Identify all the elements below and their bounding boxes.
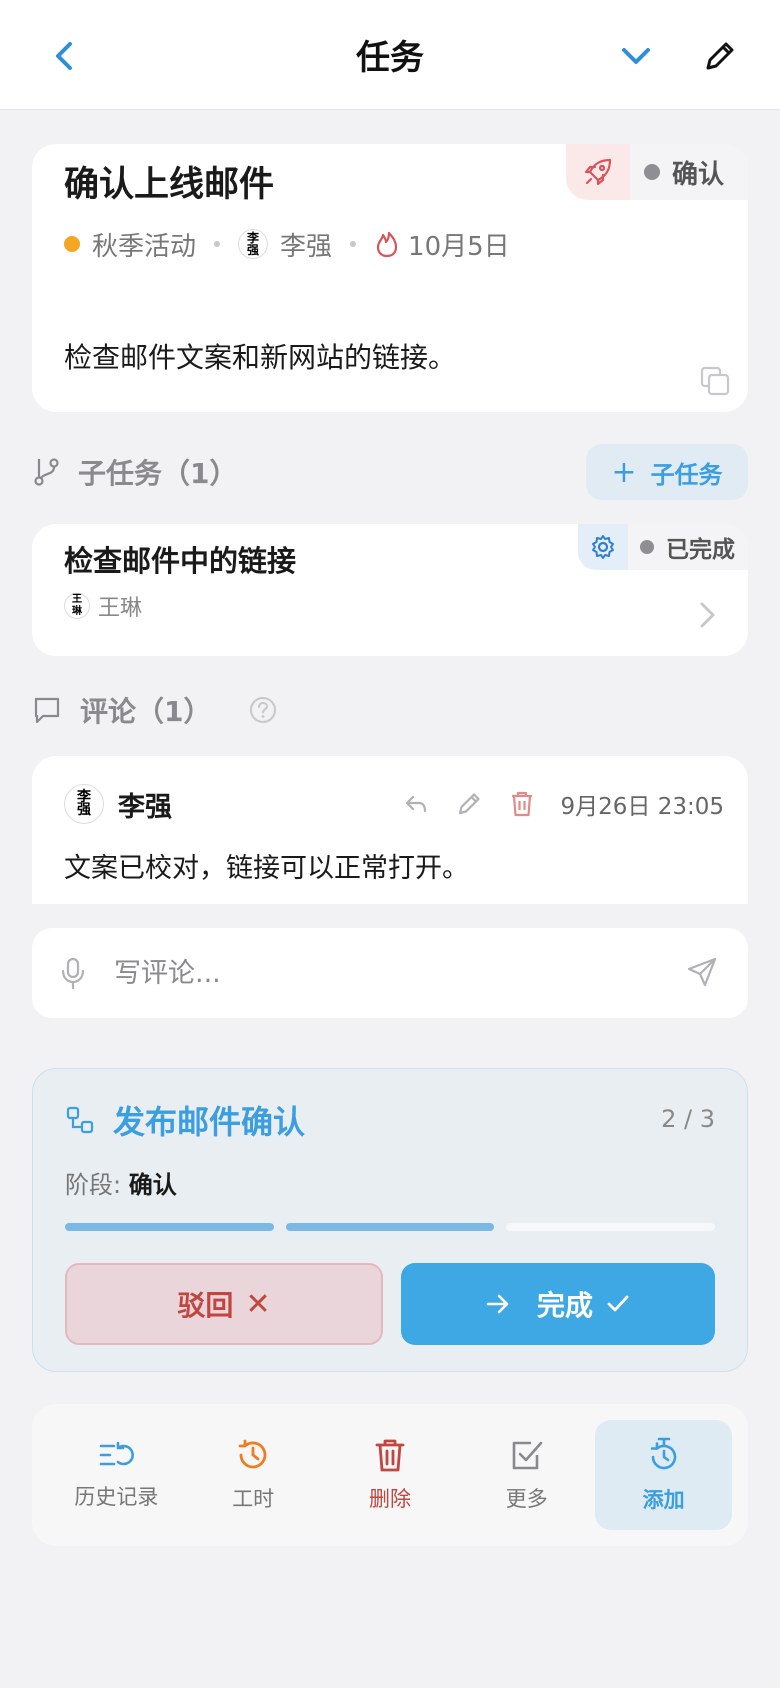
send-icon[interactable] xyxy=(686,956,718,988)
subtask-card[interactable]: 检查邮件中的链接 已完成 王琳 王琳 xyxy=(32,524,748,656)
expand-button[interactable] xyxy=(616,36,656,76)
help-icon[interactable] xyxy=(249,696,277,724)
close-icon: ✕ xyxy=(245,1286,271,1322)
pencil-icon xyxy=(706,42,734,70)
check-icon xyxy=(607,1295,629,1312)
meta-separator xyxy=(350,241,357,247)
more-button[interactable]: 更多 xyxy=(458,1420,595,1530)
reject-label: 驳回 xyxy=(177,1289,234,1322)
trash-icon xyxy=(375,1439,405,1472)
project-dot xyxy=(64,236,80,252)
subtask-title: 检查邮件中的链接 xyxy=(64,544,297,578)
stage-label: 阶段: xyxy=(65,1171,129,1199)
workflow-step-count: 2 / 3 xyxy=(661,1105,715,1133)
avatar: 李强 xyxy=(64,784,104,824)
subtask-assignee-name: 王琳 xyxy=(98,596,143,621)
workflow-icon xyxy=(66,1106,94,1134)
avatar: 李强 xyxy=(238,229,269,259)
progress-segment xyxy=(65,1223,274,1231)
workflow-header: 发布邮件确认 xyxy=(65,1097,305,1143)
add-subtask-label: 子任务 xyxy=(650,460,723,489)
microphone-icon[interactable] xyxy=(60,956,86,990)
task-description: 检查邮件文案和新网站的链接。 xyxy=(64,341,457,374)
history-list-icon xyxy=(100,1441,135,1466)
delete-label: 删除 xyxy=(368,1487,411,1511)
comments-heading-label: 评论（1） xyxy=(80,695,212,728)
timer-icon xyxy=(650,1437,676,1470)
page-title: 任务 xyxy=(356,38,424,78)
stage-value: 确认 xyxy=(128,1171,177,1199)
status-label: 确认 xyxy=(672,159,725,190)
trash-icon[interactable] xyxy=(509,790,535,818)
worktime-label: 工时 xyxy=(232,1487,275,1511)
add-timer-button[interactable]: 添加 xyxy=(595,1420,732,1530)
history-label: 历史记录 xyxy=(74,1485,159,1509)
arrow-right-icon xyxy=(486,1294,509,1314)
comment-actions: 9月26日 23:05 xyxy=(377,787,725,821)
bottom-toolbar: 历史记录 工时 删除 更多 添加 xyxy=(32,1404,748,1546)
progress-segment xyxy=(506,1223,716,1231)
workflow-title: 发布邮件确认 xyxy=(113,1103,306,1141)
complete-button[interactable]: 完成 xyxy=(401,1263,715,1345)
subtask-status-label: 已完成 xyxy=(666,537,735,563)
complete-label: 完成 xyxy=(536,1289,593,1322)
copy-button[interactable] xyxy=(698,364,732,398)
workflow-stage: 阶段: 确认 xyxy=(65,1165,177,1200)
history-button[interactable]: 历史记录 xyxy=(48,1420,185,1530)
task-card: 确认上线邮件 确认 秋季活动 李强 李强 10月5日 检查邮件文案和新网站的链接… xyxy=(32,144,748,412)
chevron-right-icon xyxy=(700,602,715,628)
due-date[interactable]: 10月5日 xyxy=(408,226,510,263)
status-dot xyxy=(640,540,654,554)
app-header: 任务 xyxy=(0,0,780,110)
task-meta: 秋季活动 李强 李强 10月5日 xyxy=(64,224,510,264)
add-subtask-button[interactable]: + 子任务 xyxy=(586,444,748,500)
comment-text: 文案已校对，链接可以正常打开。 xyxy=(64,853,469,884)
rocket-icon xyxy=(566,144,630,200)
plus-icon: + xyxy=(611,454,637,490)
subtask-assignee: 王琳 王琳 xyxy=(64,590,142,622)
workflow-progress xyxy=(65,1223,716,1231)
copy-icon xyxy=(700,366,730,396)
avatar: 王琳 xyxy=(64,593,90,619)
task-title: 确认上线邮件 xyxy=(64,165,275,205)
comments-heading: 评论（1） xyxy=(32,690,277,730)
comment-author: 李强 xyxy=(118,791,172,823)
project-name[interactable]: 秋季活动 xyxy=(92,226,196,263)
branch-icon xyxy=(34,458,59,486)
meta-separator xyxy=(214,241,221,247)
comment-icon xyxy=(34,697,60,724)
subtask-status-chip[interactable]: 已完成 xyxy=(578,524,748,570)
workflow-panel: 发布邮件确认 2 / 3 阶段: 确认 驳回 ✕ 完成 xyxy=(32,1068,748,1372)
fire-icon xyxy=(376,231,398,258)
gear-icon xyxy=(578,524,628,570)
add-label: 添加 xyxy=(642,1488,685,1512)
comment-header: 李强 李强 9月26日 23:05 xyxy=(64,784,724,824)
comment-card: 李强 李强 9月26日 23:05 文案已校对，链接可以正常打开。 xyxy=(32,756,748,904)
checkbox-icon xyxy=(512,1441,543,1470)
subtasks-heading-label: 子任务（1） xyxy=(78,457,238,490)
worktime-button[interactable]: 工时 xyxy=(185,1420,322,1530)
more-label: 更多 xyxy=(505,1487,548,1511)
reply-icon[interactable] xyxy=(403,791,429,817)
comment-input[interactable] xyxy=(114,948,674,998)
edit-button[interactable] xyxy=(700,36,740,76)
subtasks-heading: 子任务（1） xyxy=(32,452,237,492)
comment-input-bar xyxy=(32,928,748,1018)
clock-history-icon xyxy=(238,1439,267,1469)
task-status-chip[interactable]: 确认 xyxy=(566,144,748,200)
chevron-down-icon xyxy=(622,48,650,64)
pencil-icon[interactable] xyxy=(455,790,483,818)
status-dot xyxy=(644,164,660,180)
comment-time: 9月26日 23:05 xyxy=(560,794,725,820)
delete-button[interactable]: 删除 xyxy=(322,1420,459,1530)
progress-segment xyxy=(285,1223,495,1231)
reject-button[interactable]: 驳回 ✕ xyxy=(65,1263,383,1345)
assignee-name[interactable]: 李强 xyxy=(280,226,332,263)
